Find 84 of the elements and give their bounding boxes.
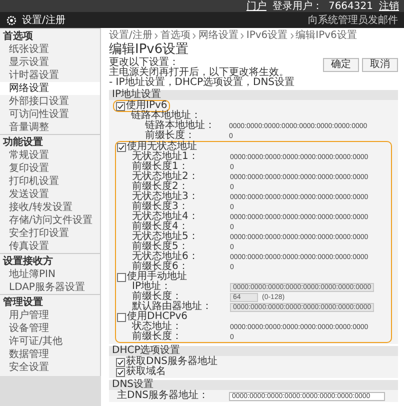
sidebar-item[interactable]: 复印设置	[0, 162, 100, 175]
sidebar-heading: 管理设置	[0, 294, 100, 309]
sidebar-item[interactable]: 传真设置	[0, 240, 100, 253]
checkbox[interactable]	[116, 102, 125, 110]
field-label: 前缀长度：	[145, 131, 195, 141]
field-label: 默认路由器地址：	[132, 302, 213, 312]
checkbox-label: 获取域名	[126, 367, 166, 377]
note-text: 主电源关闭再打开后，以下更改将生效。	[109, 68, 289, 78]
sidebar-item[interactable]: 用户管理	[0, 309, 100, 322]
field-label: 前缀长度2：	[132, 182, 190, 192]
sidebar-item[interactable]: 设备管理	[0, 322, 100, 335]
breadcrumb-item[interactable]: IPv6设置	[246, 30, 288, 41]
gear-icon	[6, 14, 17, 26]
chevron-icon	[154, 32, 158, 38]
sidebar-item[interactable]: 常规设置	[0, 149, 100, 162]
sidebar-item[interactable]: 发送设置	[0, 188, 100, 201]
sidebar-item[interactable]: 显示设置	[0, 56, 100, 69]
field-label: 前缀长度1：	[132, 162, 190, 172]
field-label: 前缀长度3：	[132, 202, 190, 212]
field-label: 无状态地址6：	[132, 252, 200, 262]
field-label: 前缀长度6：	[132, 262, 190, 272]
logout-link[interactable]: 注销	[379, 0, 399, 12]
section-header: DNS设置	[109, 380, 398, 390]
section-header: DHCP选项设置	[109, 346, 398, 356]
breadcrumb-item: 编辑IPv6设置	[296, 30, 357, 41]
checkbox-label: 使用手动地址	[127, 272, 187, 282]
checkbox-label: 使用DHCPv6	[127, 312, 188, 322]
sidebar-item[interactable]: 安全打印设置	[0, 227, 100, 240]
note-text: 更改以下设置：	[109, 58, 179, 68]
checkbox[interactable]	[116, 358, 125, 366]
user-name: 7664321	[328, 0, 373, 12]
sidebar-item[interactable]: 地址簿PIN	[0, 268, 100, 281]
chevron-icon	[290, 32, 294, 38]
field-label: 主DNS服务器地址：	[117, 391, 210, 401]
sidebar-item[interactable]: 存储/访问文件设置	[0, 214, 100, 227]
field-label: 状态地址：	[132, 322, 183, 332]
field-label: 无状态地址5：	[132, 232, 200, 242]
field-label: 前缀长度5：	[132, 242, 190, 252]
sidebar-item[interactable]: 安全设置	[0, 361, 100, 374]
cancel-button[interactable]: 取消	[362, 58, 398, 72]
checkbox[interactable]	[116, 368, 125, 376]
field-label: 无状态地址3：	[132, 192, 200, 202]
sidebar-item[interactable]: 接收/转发设置	[0, 201, 100, 214]
note-text: - IP地址设置，DHCP选项设置，DNS设置	[109, 78, 296, 88]
checkbox-label: 获取DNS服务器地址	[126, 357, 218, 367]
sidebar-item[interactable]: LDAP服务器设置	[0, 281, 100, 294]
breadcrumb-item[interactable]: 首选项	[160, 30, 190, 41]
ok-button[interactable]: 确定	[323, 58, 359, 72]
mail-admin-link[interactable]: 向系统管理员发邮件	[308, 13, 398, 27]
sidebar-item[interactable]: 数据管理	[0, 348, 100, 361]
checkbox-label: 使用无状态地址	[127, 142, 197, 152]
sidebar-heading: 功能设置	[0, 134, 100, 149]
field-label: 前缀长度4：	[132, 222, 190, 232]
field-label: IP地址：	[132, 282, 171, 292]
breadcrumb-item[interactable]: 网络设置	[198, 30, 238, 41]
portal-link[interactable]: 门户	[246, 0, 266, 12]
chevron-icon	[192, 32, 196, 38]
section-header: IP地址设置	[109, 90, 398, 100]
sidebar-item[interactable]: 网络设置	[0, 82, 100, 95]
login-label: 登录用户：	[272, 0, 322, 12]
field-label: 链路本地地址：	[145, 121, 216, 131]
sidebar-item[interactable]: 计时器设置	[0, 69, 100, 82]
sidebar-item[interactable]: 音量调整	[0, 121, 100, 134]
field-label: 链路本地地址：	[131, 111, 201, 121]
field-label: 前缀长度：	[132, 332, 183, 342]
sidebar-heading: 首选项	[0, 28, 100, 43]
field-label: 无状态地址2：	[132, 172, 200, 182]
sidebar-item[interactable]: 外部接口设置	[0, 95, 100, 108]
sidebar-item[interactable]: 纸张设置	[0, 43, 100, 56]
field-label: 无状态地址1：	[132, 152, 200, 162]
chevron-icon	[240, 32, 244, 38]
checkbox[interactable]	[117, 272, 126, 282]
field-label: 前缀长度：	[132, 292, 182, 302]
checkbox[interactable]	[117, 142, 126, 152]
checkbox-label: 使用IPv6	[126, 101, 168, 111]
sidebar-item[interactable]: 打印机设置	[0, 175, 100, 188]
checkbox[interactable]	[117, 312, 126, 322]
sidebar-heading: 设置接收方	[0, 253, 100, 268]
field-label: 无状态地址4：	[132, 212, 200, 222]
breadcrumb-item[interactable]: 设置/注册	[109, 30, 152, 41]
sidebar-item[interactable]: 许可证/其他	[0, 335, 100, 348]
page-title: 编辑IPv6设置	[109, 42, 190, 57]
app-title: 设置/注册	[22, 14, 66, 27]
sidebar-item[interactable]: 可访问性设置	[0, 108, 100, 121]
